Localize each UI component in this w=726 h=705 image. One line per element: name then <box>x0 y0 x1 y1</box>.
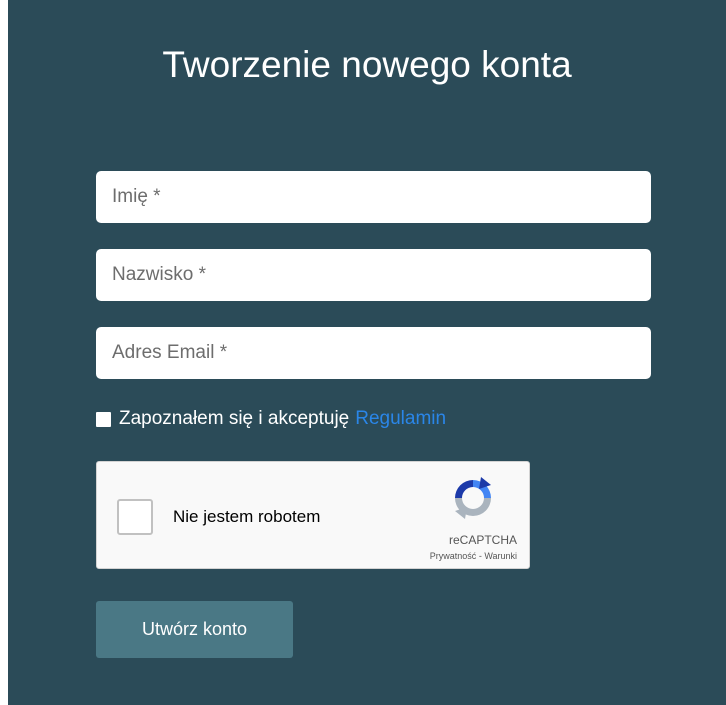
recaptcha-widget: Nie jestem robotem reCAPTCHA Prywatność … <box>96 461 530 569</box>
terms-label: Zapoznałem się i akceptuję <box>119 408 350 429</box>
last-name-input[interactable] <box>96 249 651 301</box>
registration-panel: Tworzenie nowego konta Zapoznałem się i … <box>8 0 726 705</box>
recaptcha-brand: reCAPTCHA <box>448 533 517 547</box>
recaptcha-logo-icon <box>455 477 491 519</box>
recaptcha-legal: Prywatność - Warunki <box>430 551 517 561</box>
page-title: Tworzenie nowego konta <box>162 44 572 85</box>
first-name-input[interactable] <box>96 171 651 223</box>
recaptcha-label: Nie jestem robotem <box>173 507 321 526</box>
recaptcha-privacy-link[interactable]: Prywatność <box>430 551 477 561</box>
recaptcha-checkbox[interactable] <box>117 499 153 535</box>
create-account-button[interactable]: Utwórz konto <box>96 601 293 658</box>
recaptcha-terms-link[interactable]: Warunki <box>484 551 517 561</box>
email-input[interactable] <box>96 327 651 379</box>
terms-checkbox[interactable] <box>96 411 111 427</box>
terms-row: Zapoznałem się i akceptuję Regulamin <box>96 408 446 430</box>
terms-link[interactable]: Regulamin <box>355 408 446 430</box>
